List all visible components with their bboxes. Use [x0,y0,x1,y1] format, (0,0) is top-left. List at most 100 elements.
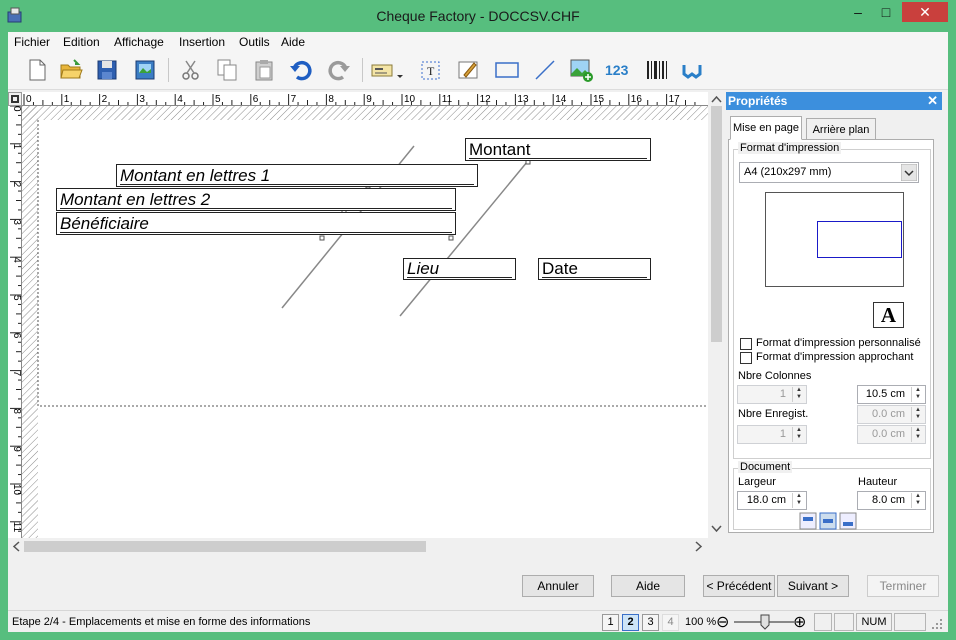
ruler-label: 14 [555,94,567,105]
field-montant-lettres-2[interactable]: Montant en lettres 2 [56,188,456,211]
zoom-in-icon[interactable]: ⊕ [793,612,806,632]
next-button[interactable]: Suivant > [777,575,849,597]
right-spinner-3[interactable]: 0.0 cm ▲ ▼ [857,425,926,444]
text-field-icon[interactable]: T [418,57,444,83]
spinner-arrows-icon[interactable]: ▲ ▼ [911,427,924,442]
logo-icon[interactable] [680,57,706,83]
design-canvas[interactable]: Montant Montant en lettres 1 Montant en … [22,106,708,544]
custom-format-checkbox[interactable] [740,338,752,350]
scroll-left-icon[interactable] [11,541,21,552]
largeur-spinner[interactable]: 18.0 cm ▲ ▼ [737,491,807,510]
vertical-scroll-thumb[interactable] [711,106,722,342]
scroll-down-icon[interactable] [711,524,722,534]
hauteur-label: Hauteur [858,476,898,488]
orientation-icon[interactable]: A [873,302,904,328]
barcode-icon[interactable] [644,57,670,83]
align-middle-icon[interactable] [819,512,837,530]
field-montant[interactable]: Montant [465,138,651,161]
rectangle-icon[interactable] [494,57,520,83]
field-beneficiaire-label: Bénéficiaire [60,215,452,233]
spinner-arrows-icon[interactable]: ▲ ▼ [792,493,805,508]
horizontal-scroll-thumb[interactable] [24,541,426,552]
scroll-right-icon[interactable] [694,541,704,552]
approx-format-label: Format d'impression approchant [756,351,914,363]
cut-icon[interactable] [178,57,204,83]
new-document-icon[interactable] [24,57,50,83]
ruler-label: 13 [517,94,529,105]
undo-icon[interactable] [288,57,314,83]
open-folder-icon[interactable] [58,57,84,83]
spinner-arrows-icon[interactable]: ▲ ▼ [792,427,805,442]
minimize-button[interactable]: – [844,2,872,22]
help-button[interactable]: Aide [611,575,685,597]
cancel-button[interactable]: Annuler [522,575,594,597]
ruler-label: 7 [11,371,22,377]
page-preview [765,192,904,287]
field-montant-lettres-1[interactable]: Montant en lettres 1 [116,164,478,187]
ruler-label: 15 [593,94,605,105]
page-2-button[interactable]: 2 [622,614,639,631]
status-cell [834,613,854,631]
page-4-button[interactable]: 4 [662,614,679,631]
tab-arriere-plan[interactable]: Arrière plan [806,118,876,140]
page-1-button[interactable]: 1 [602,614,619,631]
nbre-colonnes-spinner[interactable]: 1 ▲ ▼ [737,385,807,404]
right-spinner-2[interactable]: 0.0 cm ▲ ▼ [857,405,926,424]
numbering-icon[interactable]: 123 [605,57,631,83]
spinner-arrows-icon[interactable]: ▲ ▼ [911,387,924,402]
cheque-icon[interactable] [370,57,396,83]
horizontal-scrollbar[interactable] [8,538,708,555]
vertical-scrollbar[interactable] [708,92,725,538]
previous-button[interactable]: < Précédent [703,575,775,597]
tab-mise-en-page[interactable]: Mise en page [730,116,802,140]
page-3-button[interactable]: 3 [642,614,659,631]
largeur-value: 18.0 cm [746,494,786,506]
save-icon[interactable] [94,57,120,83]
menu-fichier[interactable]: Fichier [14,35,50,49]
field-date[interactable]: Date [538,258,651,280]
finish-button[interactable]: Terminer [867,575,939,597]
field-lieu[interactable]: Lieu [403,258,516,280]
selection-handle[interactable] [448,235,454,241]
status-bar: Etape 2/4 - Emplacements et mise en form… [8,610,948,632]
align-bottom-icon[interactable] [839,512,857,530]
selection-handle[interactable] [319,235,325,241]
zoom-out-icon[interactable]: ⊖ [716,612,729,632]
chevron-down-icon[interactable] [901,164,917,181]
field-montant-label: Montant [469,141,647,159]
edit-image-icon[interactable] [456,57,482,83]
zoom-slider-thumb[interactable] [760,614,770,630]
close-panel-icon[interactable]: ✕ [927,93,938,109]
right-spinner-1[interactable]: 10.5 cm ▲ ▼ [857,385,926,404]
paste-icon[interactable] [251,57,277,83]
scroll-up-icon[interactable] [711,94,722,104]
spinner-arrows-icon[interactable]: ▲ ▼ [911,407,924,422]
copy-icon[interactable] [214,57,240,83]
approx-format-checkbox[interactable] [740,352,752,364]
field-montant-lettres-2-label: Montant en lettres 2 [60,191,452,209]
redo-icon[interactable] [326,57,352,83]
document-group-title: Document [738,461,793,473]
maximize-button[interactable]: □ [872,2,900,22]
menu-edition[interactable]: Edition [63,35,100,49]
field-beneficiaire[interactable]: Bénéficiaire [56,212,456,235]
save-image-icon[interactable] [132,57,158,83]
close-button[interactable]: ✕ [902,2,948,22]
menu-aide[interactable]: Aide [281,35,305,49]
spinner-arrows-icon[interactable]: ▲ ▼ [911,493,924,508]
menu-affichage[interactable]: Affichage [114,35,164,49]
spinner-arrows-icon[interactable]: ▲ ▼ [792,387,805,402]
insert-image-icon[interactable] [568,57,594,83]
properties-title: Propriétés [728,94,788,108]
hauteur-spinner[interactable]: 8.0 cm ▲ ▼ [857,491,926,510]
menu-outils[interactable]: Outils [239,35,270,49]
nbre-colonnes-label: Nbre Colonnes [738,370,812,382]
menu-insertion[interactable]: Insertion [179,35,225,49]
line-icon[interactable] [532,57,558,83]
chevron-down-icon[interactable] [396,57,404,83]
toolbar: T 123 [8,52,948,90]
format-select[interactable]: A4 (210x297 mm) [739,162,919,183]
nbre-enregist-spinner[interactable]: 1 ▲ ▼ [737,425,807,444]
resize-grip-icon[interactable] [930,617,944,631]
align-top-icon[interactable] [799,512,817,530]
